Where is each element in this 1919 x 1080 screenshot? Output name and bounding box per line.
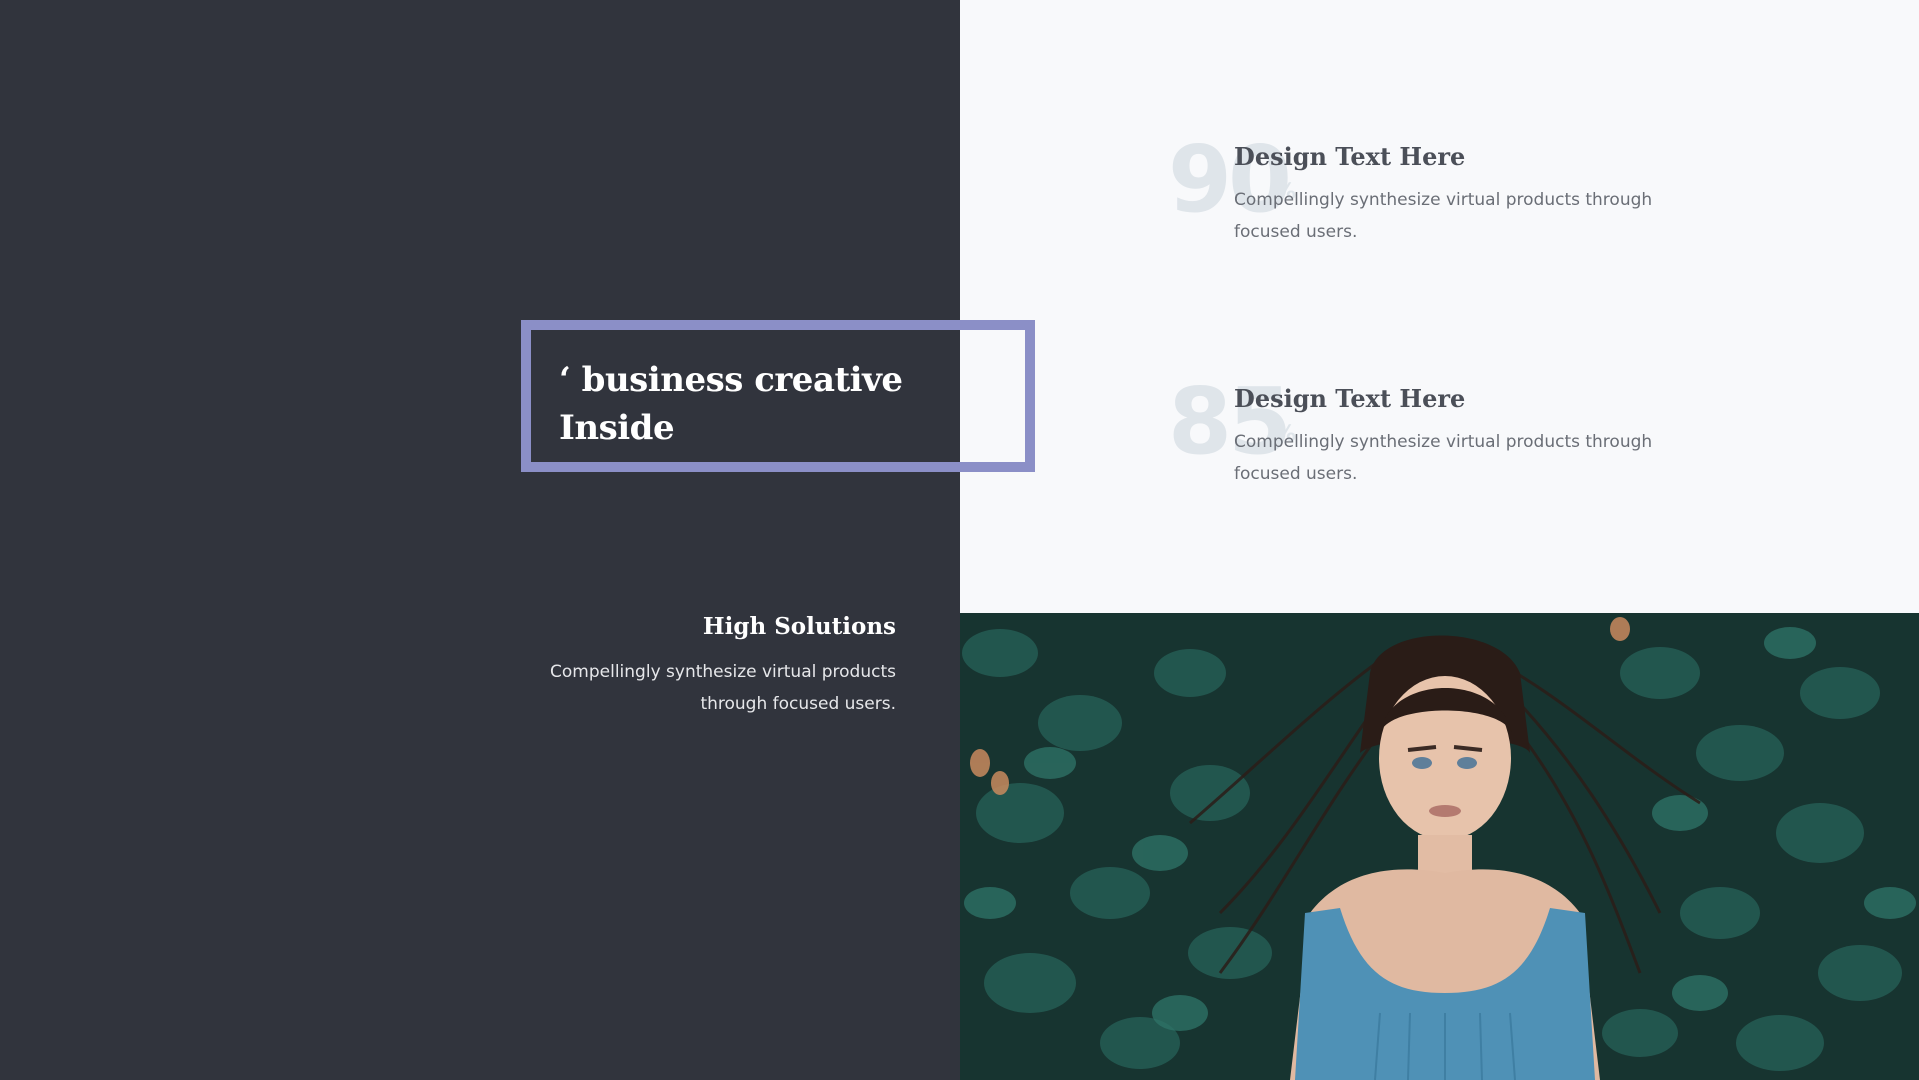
solutions-description: Compellingly synthesize virtual products… [550, 662, 896, 714]
stat-item-1: 90 % Design Text Here Compellingly synth… [1168, 130, 1688, 270]
stat-item-2: 85 % Design Text Here Compellingly synth… [1168, 372, 1688, 512]
stat-description: Compellingly synthesize virtual products… [1234, 190, 1653, 242]
solutions-title: High Solutions [702, 613, 896, 640]
stat-description: Compellingly synthesize virtual products… [1234, 432, 1653, 484]
stat-title: Design Text Here [1234, 384, 1466, 413]
solutions-block: High Solutions Compellingly synthesize v… [520, 612, 896, 720]
quote-text: ‘ business creative Inside [559, 360, 903, 448]
light-panel [960, 0, 1919, 613]
portrait-photo [960, 613, 1919, 1080]
stat-title: Design Text Here [1234, 142, 1466, 171]
dark-panel [0, 0, 960, 1080]
